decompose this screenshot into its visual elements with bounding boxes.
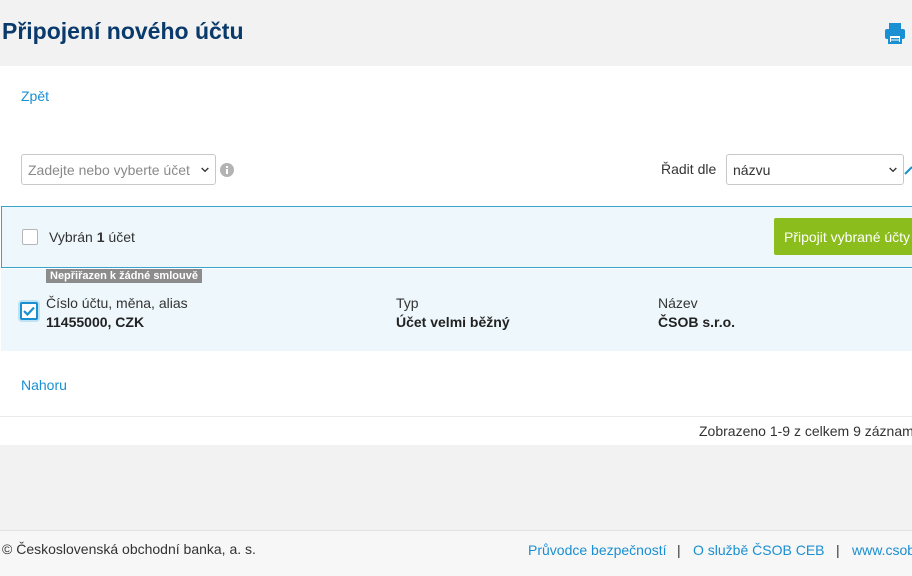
sort-select-value: názvu <box>733 161 771 178</box>
footer-separator: | <box>677 542 681 558</box>
print-icon[interactable] <box>882 20 908 46</box>
footer-link-website[interactable]: www.csob.cz <box>852 542 912 558</box>
account-number-label: Číslo účtu, měna, alias <box>46 295 188 311</box>
copyright-text: © Československá obchodní banka, a. s. <box>2 541 256 557</box>
account-number-value: 11455000, CZK <box>46 314 145 330</box>
account-select-placeholder: Zadejte nebo vyberte účet <box>28 161 190 178</box>
back-link[interactable]: Zpět <box>21 88 49 104</box>
footer-link-security[interactable]: Průvodce bezpečností <box>528 542 667 558</box>
account-select[interactable]: Zadejte nebo vyberte účet <box>21 154 216 185</box>
connect-selected-button[interactable]: Připojit vybrané účty <box>774 218 912 255</box>
account-checkbox[interactable] <box>20 302 38 320</box>
sort-label: Řadit dle <box>661 161 717 177</box>
selected-count-text: Vybrán 1 účet <box>49 229 135 245</box>
info-icon[interactable] <box>220 163 234 177</box>
chevron-down-icon <box>889 167 897 172</box>
sort-direction-icon[interactable] <box>904 162 912 176</box>
selected-suffix: účet <box>108 229 135 245</box>
footer-separator: | <box>836 542 840 558</box>
selected-count: 1 <box>96 229 105 245</box>
sort-select[interactable]: názvu <box>726 154 904 185</box>
divider <box>0 416 912 417</box>
unassigned-tag: Nepřiřazen k žádné smlouvě <box>46 269 202 283</box>
chevron-down-icon <box>201 167 209 172</box>
select-all-checkbox[interactable] <box>22 229 38 245</box>
checkmark-icon <box>23 306 35 316</box>
account-type-label: Typ <box>396 295 419 311</box>
page-title: Připojení nového účtu <box>2 18 244 44</box>
back-to-top-link[interactable]: Nahoru <box>21 377 67 393</box>
account-name-label: Název <box>658 295 698 311</box>
account-type-value: Účet velmi běžný <box>396 314 510 330</box>
footer-link-service[interactable]: O službě ČSOB CEB <box>693 542 825 558</box>
selected-prefix: Vybrán <box>49 229 93 245</box>
account-name-value: ČSOB s.r.o. <box>658 314 736 330</box>
pagination-summary: Zobrazeno 1-9 z celkem 9 záznamů <box>699 423 912 439</box>
